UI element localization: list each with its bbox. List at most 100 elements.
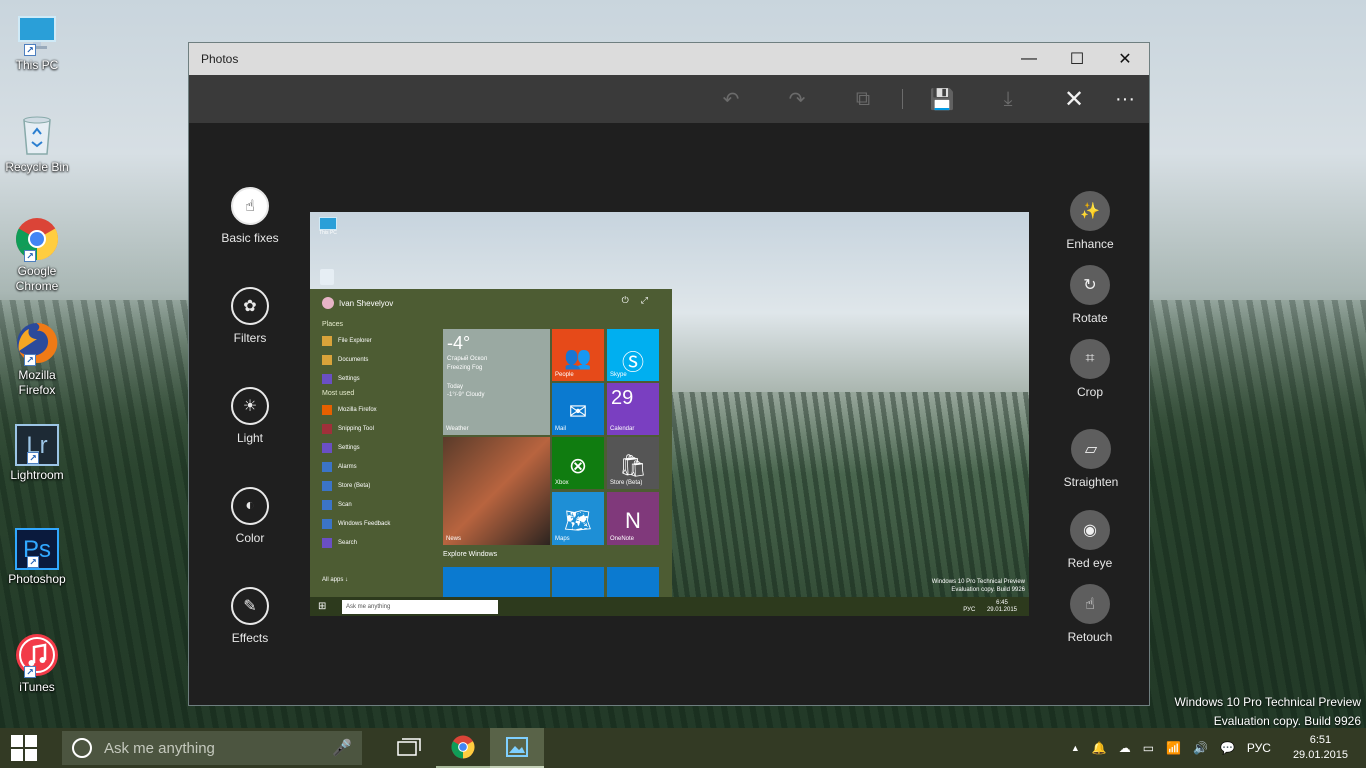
undo-button[interactable]: ↶ [698, 75, 764, 123]
places-header: Places [322, 321, 344, 328]
crop-icon: ⌗ [1070, 339, 1110, 379]
tool-label: Filters [233, 331, 267, 345]
title-bar[interactable]: Photos — ☐ ✕ [189, 43, 1149, 75]
more-options-button[interactable]: ··· [1107, 75, 1143, 123]
photo-clock: 6:45 29.01.2015 [987, 600, 1017, 614]
input-language[interactable]: РУС [1247, 741, 1271, 755]
list-item-label: Alarms [338, 463, 357, 470]
list-item: Store (Beta) [322, 476, 432, 495]
tool-label: Straighten [1063, 475, 1119, 489]
network-icon[interactable]: 📶 [1166, 741, 1181, 755]
tile-help [443, 567, 550, 597]
task-view-button[interactable] [382, 728, 436, 768]
windows-logo-icon: ⊞ [318, 601, 327, 612]
tile-label: Store (Beta) [610, 480, 643, 486]
gear-icon [322, 373, 332, 384]
taskbar-photos[interactable] [490, 728, 544, 768]
tool-label: Rotate [1072, 311, 1108, 325]
tool-crop[interactable]: ⌗ Crop [1050, 339, 1130, 399]
store-icon: 🛍 [619, 452, 647, 478]
save-copy-button[interactable]: ⤓ [975, 75, 1041, 123]
tile-label: Mail [555, 426, 567, 432]
tool-retouch[interactable]: ☝ Retouch [1050, 584, 1130, 644]
tool-color[interactable]: ◐ Color [210, 487, 290, 545]
clock-time: 6:51 [1309, 734, 1332, 746]
redo-button[interactable]: ↷ [764, 75, 830, 123]
list-item-label: Windows Feedback [338, 520, 391, 527]
maximize-button[interactable]: ☐ [1053, 43, 1101, 75]
cloud-icon[interactable]: ☁ [1119, 741, 1131, 755]
desktop-icon-photoshop[interactable]: Ps ↗ Photoshop [2, 528, 72, 587]
desktop-icon-label: iTunes [19, 680, 55, 694]
volume-icon[interactable]: 🔊 [1193, 741, 1208, 755]
show-hidden-icons-icon[interactable]: ▲ [1071, 743, 1080, 753]
tile-label: Calendar [610, 426, 635, 432]
photo-lang: РУС [963, 606, 976, 613]
tool-label: Red eye [1067, 556, 1113, 570]
minimize-button[interactable]: — [1005, 43, 1053, 75]
photos-icon [506, 737, 528, 757]
rotate-icon: ↻ [1070, 265, 1110, 305]
desktop-icon-this-pc[interactable]: ↗ This PC [2, 10, 72, 73]
documents-icon [322, 354, 332, 365]
tool-enhance[interactable]: ✨ Enhance [1050, 191, 1130, 251]
list-item-label: Store (Beta) [338, 482, 371, 489]
compare-button[interactable]: ⧉ [830, 75, 896, 123]
photoshop-icon: Ps ↗ [15, 528, 59, 570]
close-button[interactable]: ✕ [1101, 43, 1149, 75]
photo-desktop-icon-label: This PC [319, 230, 337, 236]
toolbar-divider [902, 89, 903, 109]
tile-store: 🛍 Store (Beta) [607, 437, 659, 489]
computer-icon: ↗ [14, 10, 60, 56]
list-item-label: Settings [338, 375, 360, 382]
microphone-icon[interactable]: 🎤 [332, 738, 352, 758]
action-center-icon[interactable]: 💬 [1220, 741, 1235, 755]
taskbar-search-box[interactable]: Ask me anything 🎤 [62, 731, 362, 765]
flower-icon: ✿ [231, 287, 269, 325]
desktop-icon-label: Recycle Bin [5, 160, 69, 174]
tool-filters[interactable]: ✿ Filters [210, 287, 290, 345]
tool-effects[interactable]: ✎ Effects [210, 587, 290, 645]
cancel-edit-button[interactable]: ✕ [1041, 75, 1107, 123]
battery-icon[interactable]: ▭ [1143, 741, 1154, 755]
desktop-icon-recycle-bin[interactable]: Recycle Bin [2, 112, 72, 175]
tool-light[interactable]: ☀ Light [210, 387, 290, 445]
taskbar-chrome[interactable] [436, 728, 490, 768]
tool-red-eye[interactable]: ◉ Red eye [1050, 510, 1130, 570]
tool-straighten[interactable]: ▱ Straighten [1051, 429, 1131, 489]
tile-windows [552, 567, 604, 597]
desktop-icon-google-chrome[interactable]: ↗ Google Chrome [2, 216, 72, 294]
desktop-icon-itunes[interactable]: ↗ iTunes [2, 632, 72, 695]
start-button[interactable] [0, 728, 48, 768]
cortana-icon [72, 738, 92, 758]
calendar-day: 29 [611, 387, 634, 409]
tile-news: News [443, 437, 550, 545]
clock[interactable]: 6:51 29.01.2015 [1293, 733, 1348, 763]
list-item: Settings [322, 369, 432, 388]
notification-icon[interactable]: 🔔 [1092, 741, 1107, 755]
tool-rotate[interactable]: ↻ Rotate [1050, 265, 1130, 325]
list-item-label: Scan [338, 501, 352, 508]
eye-icon: ◉ [1070, 510, 1110, 550]
start-user-name: Ivan Shevelyov [339, 298, 394, 308]
photo-canvas[interactable]: This PC Ivan Shevelyov ⏻⤢ Places File Ex… [310, 212, 1029, 616]
scan-icon [322, 499, 332, 510]
tool-label: Color [235, 531, 265, 545]
save-button[interactable]: 💾 [909, 75, 975, 123]
window-title: Photos [201, 52, 239, 66]
desktop-icon-mozilla-firefox[interactable]: ↗ Mozilla Firefox [2, 320, 72, 398]
photo-date: 29.01.2015 [986, 606, 1017, 613]
desktop-icon-label: Google Chrome [15, 264, 59, 293]
mail-icon: ✉ [568, 398, 588, 424]
palette-icon: ◐ [231, 487, 269, 525]
avatar [322, 297, 334, 309]
desktop-icon-lightroom[interactable]: Lr ↗ Lightroom [2, 424, 72, 483]
tool-basic-fixes[interactable]: ☝ Basic fixes [210, 187, 290, 245]
tool-label: Crop [1076, 385, 1103, 399]
tile-onenote: N OneNote [607, 492, 659, 545]
photo-watermark-line2: Evaluation copy. Build 9926 [951, 587, 1025, 593]
weather-temp: -4° [447, 333, 471, 353]
tile-calendar: 29 Calendar [607, 383, 659, 435]
list-item: Settings [322, 438, 432, 457]
weather-day: Today [447, 384, 464, 390]
